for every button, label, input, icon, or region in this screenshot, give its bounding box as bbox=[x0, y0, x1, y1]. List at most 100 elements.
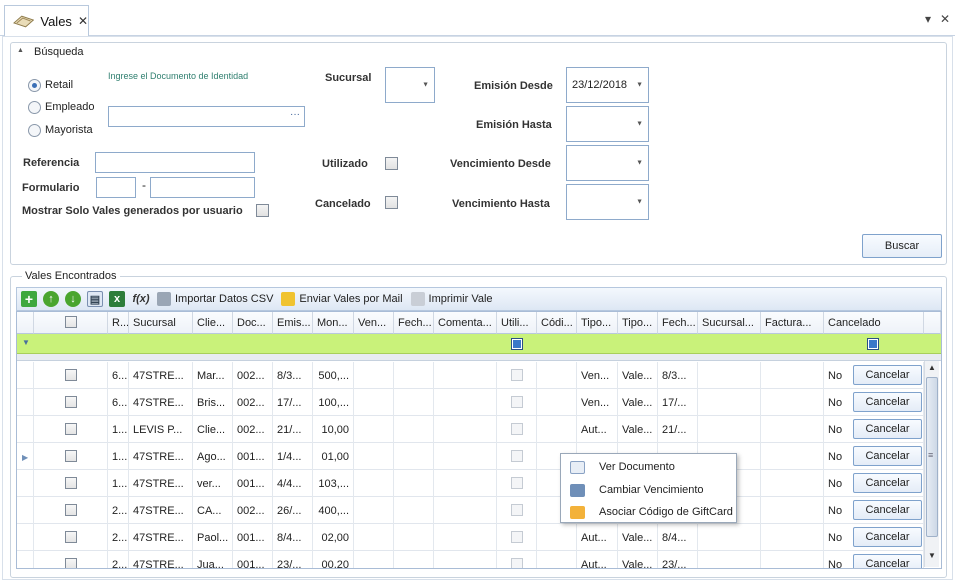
table-row[interactable]: 1... 47STRE... Ago... 001... 1/4... 01,00 No Ca… bbox=[17, 443, 925, 470]
vencimiento-hasta-select[interactable]: ▼ bbox=[566, 184, 649, 220]
row-checkbox[interactable] bbox=[65, 531, 77, 543]
row-checkbox[interactable] bbox=[65, 396, 77, 408]
window-dropdown-icon[interactable]: ▾ bbox=[925, 12, 931, 26]
emision-hasta-select[interactable]: ▼ bbox=[566, 106, 649, 142]
radio-mayorista[interactable] bbox=[28, 124, 41, 137]
excel-icon[interactable]: x bbox=[109, 291, 125, 307]
scroll-thumb[interactable]: ≡ bbox=[926, 377, 938, 537]
column-header[interactable]: Tipo... bbox=[577, 312, 618, 334]
scroll-down-icon[interactable]: ▼ bbox=[928, 551, 936, 560]
column-header[interactable]: Códi... bbox=[537, 312, 577, 334]
column-header[interactable]: Mon... bbox=[313, 312, 354, 334]
cancelar-button[interactable]: Cancelar bbox=[853, 527, 922, 547]
table-row[interactable]: 1... LEVIS P... Clie... 002... 21/... 10,00 Au… bbox=[17, 416, 925, 443]
table-row[interactable]: 6... 47STRE... Bris... 002... 17/... 100,... V… bbox=[17, 389, 925, 416]
table-cell-empty bbox=[537, 416, 577, 443]
column-header[interactable]: Cancelado bbox=[824, 312, 924, 334]
column-header[interactable]: Sucursal... bbox=[698, 312, 761, 334]
row-checkbox[interactable] bbox=[65, 504, 77, 516]
referencia-input[interactable] bbox=[95, 152, 255, 173]
row-indicator[interactable] bbox=[17, 362, 34, 389]
radio-retail[interactable] bbox=[28, 79, 41, 92]
table-row[interactable]: 2... 47STRE... Jua... 001... 23/... 00,20 Aut.… bbox=[17, 551, 925, 568]
table-row[interactable]: 2... 47STRE... CA... 002... 26/... 400,... No C… bbox=[17, 497, 925, 524]
radio-empleado[interactable] bbox=[28, 101, 41, 114]
column-header[interactable]: Emis... bbox=[273, 312, 313, 334]
move-up-icon[interactable]: ↑ bbox=[43, 291, 59, 307]
table-row[interactable]: 2... 47STRE... Paol... 001... 8/4... 02,00 Aut… bbox=[17, 524, 925, 551]
cancelar-button[interactable]: Cancelar bbox=[853, 365, 922, 385]
header-filler bbox=[924, 312, 941, 334]
cancelar-button[interactable]: Cancelar bbox=[853, 473, 922, 493]
importar-csv-button[interactable]: Importar Datos CSV bbox=[157, 292, 273, 306]
document-lookup-button[interactable]: ··· bbox=[290, 109, 300, 120]
column-header[interactable]: Utili... bbox=[497, 312, 537, 334]
row-checkbox[interactable] bbox=[65, 450, 77, 462]
row-checkbox[interactable] bbox=[65, 558, 77, 568]
cancelado-value: No bbox=[828, 369, 843, 382]
formulario-number-input[interactable] bbox=[150, 177, 255, 198]
vertical-scrollbar[interactable]: ▲ ≡ ▼ bbox=[924, 361, 939, 567]
cancelar-button[interactable]: Cancelar bbox=[853, 500, 922, 520]
column-header[interactable]: Tipo... bbox=[618, 312, 658, 334]
column-header[interactable]: Sucursal bbox=[129, 312, 193, 334]
cancelar-button[interactable]: Cancelar bbox=[853, 392, 922, 412]
table-row[interactable]: 1... 47STRE... ver... 001... 4/4... 103,... No… bbox=[17, 470, 925, 497]
column-header[interactable]: R... bbox=[108, 312, 129, 334]
results-group-title: Vales Encontrados bbox=[22, 270, 120, 282]
column-header[interactable]: Fech... bbox=[394, 312, 434, 334]
vencimiento-desde-select[interactable]: ▼ bbox=[566, 145, 649, 181]
table-cell-empty bbox=[761, 551, 824, 568]
column-header[interactable]: Ven... bbox=[354, 312, 394, 334]
row-indicator[interactable] bbox=[17, 497, 34, 524]
formulario-prefix-input[interactable] bbox=[96, 177, 136, 198]
row-checkbox[interactable] bbox=[65, 477, 77, 489]
table-cell-empty bbox=[761, 524, 824, 551]
buscar-button[interactable]: Buscar bbox=[862, 234, 942, 258]
table-cell-empty bbox=[434, 470, 497, 497]
preview-icon[interactable]: ▤ bbox=[87, 291, 103, 307]
row-indicator[interactable] bbox=[17, 524, 34, 551]
column-header[interactable]: Fech... bbox=[658, 312, 698, 334]
menu-item-asociar-giftcard[interactable]: Asociar Código de GiftCard bbox=[561, 501, 736, 523]
table-row[interactable]: 6... 47STRE... Mar... 002... 8/3... 500,... Ve… bbox=[17, 362, 925, 389]
tab-close-icon[interactable]: ✕ bbox=[78, 14, 88, 28]
mostrar-solo-checkbox[interactable] bbox=[256, 204, 269, 217]
column-header[interactable]: Comenta... bbox=[434, 312, 497, 334]
row-indicator[interactable] bbox=[17, 551, 34, 568]
cancelar-button[interactable]: Cancelar bbox=[853, 554, 922, 568]
column-header[interactable]: Clie... bbox=[193, 312, 233, 334]
row-checkbox[interactable] bbox=[65, 369, 77, 381]
imprimir-vale-button[interactable]: Imprimir Vale bbox=[410, 292, 493, 306]
cancelar-button[interactable]: Cancelar bbox=[853, 446, 922, 466]
document-input[interactable]: ··· bbox=[108, 106, 305, 127]
enviar-mail-button[interactable]: Enviar Vales por Mail bbox=[281, 292, 403, 306]
tab-vales[interactable]: Vales ✕ bbox=[4, 5, 89, 36]
formula-icon[interactable]: f(x) bbox=[131, 291, 151, 307]
collapse-icon[interactable]: ▲ bbox=[17, 47, 24, 54]
sucursal-select[interactable]: ▼ bbox=[385, 67, 435, 103]
cancelado-filter-checkbox[interactable] bbox=[867, 338, 879, 350]
row-indicator[interactable] bbox=[17, 389, 34, 416]
menu-item-ver-documento[interactable]: Ver Documento bbox=[561, 456, 736, 478]
filter-row[interactable]: ▼ bbox=[17, 334, 941, 354]
row-indicator[interactable] bbox=[17, 416, 34, 443]
add-icon[interactable]: + bbox=[21, 291, 37, 307]
window-close-icon[interactable]: ✕ bbox=[940, 12, 950, 26]
scroll-up-icon[interactable]: ▲ bbox=[928, 363, 936, 372]
emision-desde-select[interactable]: 23/12/2018 ▼ bbox=[566, 67, 649, 103]
select-all-checkbox[interactable] bbox=[65, 316, 77, 328]
utilizado-filter-checkbox[interactable] bbox=[511, 338, 523, 350]
row-indicator[interactable] bbox=[17, 470, 34, 497]
cancelado-checkbox[interactable] bbox=[385, 196, 398, 209]
table-cell-cliente: ver... bbox=[193, 470, 233, 497]
select-all-header bbox=[34, 312, 108, 334]
column-header[interactable]: Factura... bbox=[761, 312, 824, 334]
cancelar-button[interactable]: Cancelar bbox=[853, 419, 922, 439]
document-icon bbox=[570, 460, 585, 474]
move-down-icon[interactable]: ↓ bbox=[65, 291, 81, 307]
column-header[interactable]: Doc... bbox=[233, 312, 273, 334]
menu-item-cambiar-vencimiento[interactable]: Cambiar Vencimiento bbox=[561, 479, 736, 501]
utilizado-checkbox[interactable] bbox=[385, 157, 398, 170]
row-checkbox[interactable] bbox=[65, 423, 77, 435]
